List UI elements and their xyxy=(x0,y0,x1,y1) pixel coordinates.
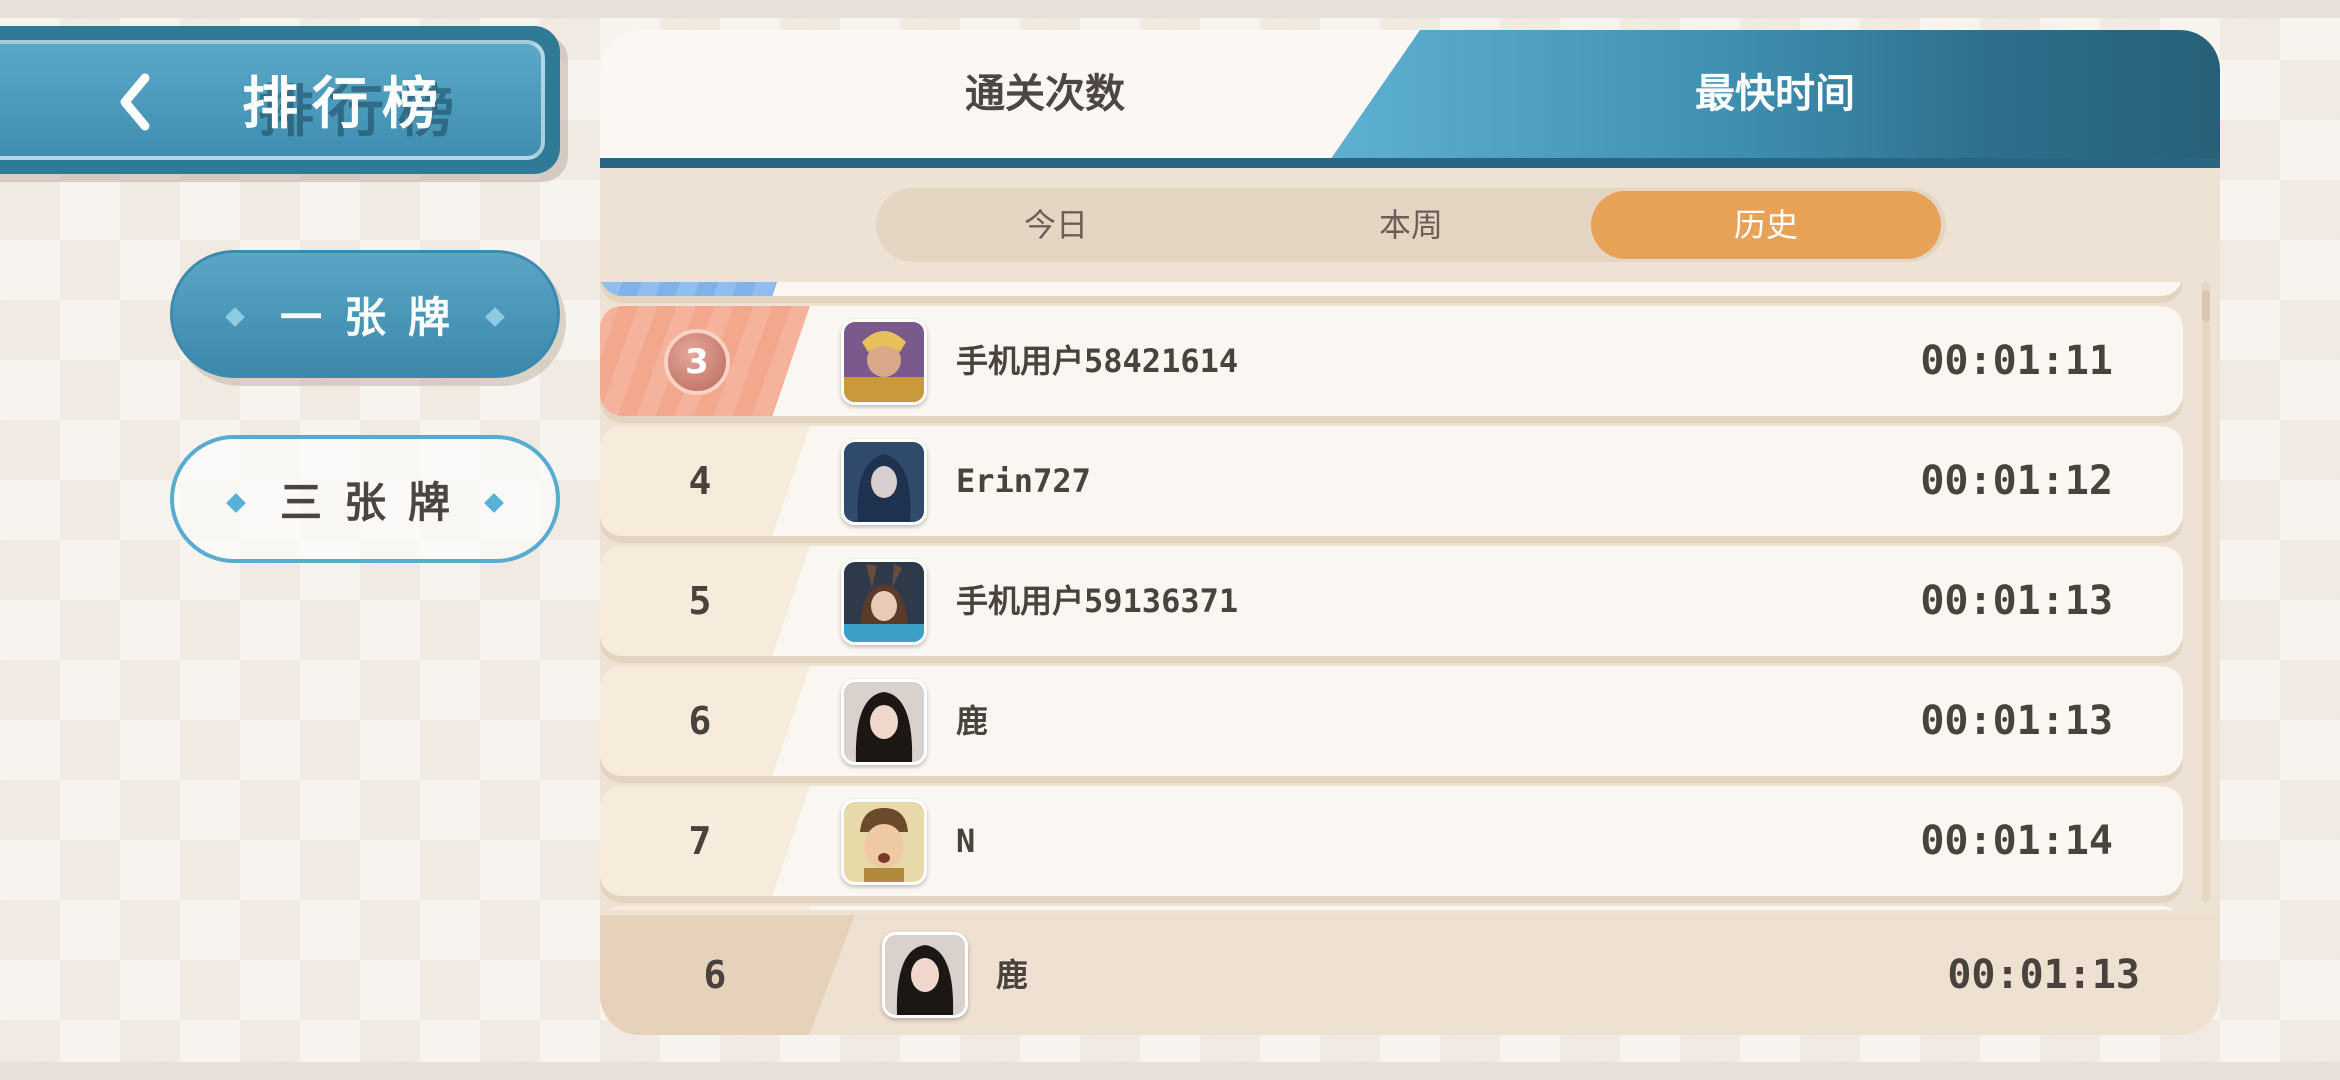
player-time: 00:01:13 xyxy=(1920,698,2113,744)
my-rank-number: 6 xyxy=(703,953,727,997)
tab-fastest-time-label[interactable]: 最快时间 xyxy=(1695,66,1855,122)
tab-clear-count-label[interactable]: 通关次数 xyxy=(965,66,1125,122)
bottom-strip xyxy=(0,1062,2340,1080)
leaderboard-list[interactable]: 3 手机用户58421614 00:01:11 4 Erin727 00:01:… xyxy=(600,282,2220,910)
scrollbar-thumb[interactable] xyxy=(2202,290,2210,322)
mode-three-card-button[interactable]: 三张牌 xyxy=(170,435,560,563)
rank-tab xyxy=(600,906,810,910)
player-name: 手机用户58421614 xyxy=(956,342,1239,380)
table-row[interactable]: 4 Erin727 00:01:12 xyxy=(600,426,2183,536)
avatar xyxy=(841,319,927,405)
my-avatar xyxy=(882,932,968,1018)
table-row[interactable] xyxy=(600,282,2183,296)
table-row[interactable]: 3 手机用户58421614 00:01:11 xyxy=(600,306,2183,416)
player-name: 鹿 xyxy=(956,702,989,740)
player-time: 00:01:14 xyxy=(1920,818,2113,864)
tab-underline xyxy=(600,158,2220,168)
period-history[interactable]: 历史 xyxy=(1591,191,1941,259)
table-row[interactable]: 5 手机用户59136371 00:01:13 xyxy=(600,546,2183,656)
rank-number: 4 xyxy=(688,459,712,503)
period-week[interactable]: 本周 xyxy=(1311,188,1511,262)
top-strip xyxy=(0,0,2340,18)
table-row[interactable] xyxy=(600,906,2183,910)
leaderboard-panel: 通关次数 最快时间 今日 本周 历史 3 手机用户58421614 00:01:… xyxy=(600,30,2220,1035)
header-back-button[interactable]: 排行榜 xyxy=(0,26,560,174)
rank-number: 5 xyxy=(688,579,712,623)
avatar xyxy=(841,799,927,885)
rank-tab xyxy=(600,282,810,296)
mode-one-card-button[interactable]: 一张牌 xyxy=(170,250,560,378)
player-name: N xyxy=(956,822,976,860)
diamond-icon xyxy=(225,307,245,327)
period-selector: 今日 本周 历史 xyxy=(876,188,1946,262)
page-title: 排行榜 xyxy=(242,72,452,137)
table-row[interactable]: 6 鹿 00:01:13 xyxy=(600,666,2183,776)
player-name: 手机用户59136371 xyxy=(956,582,1239,620)
diamond-icon xyxy=(484,493,504,513)
mode-label: 三张牌 xyxy=(279,477,472,527)
my-player-time: 00:01:13 xyxy=(1947,952,2140,998)
list-scrollbar[interactable] xyxy=(2202,282,2210,902)
diamond-icon xyxy=(226,493,246,513)
period-today[interactable]: 今日 xyxy=(956,188,1156,262)
table-row[interactable]: 7 N 00:01:14 xyxy=(600,786,2183,896)
my-rank-row: 6 鹿 00:01:13 xyxy=(600,915,2220,1035)
avatar xyxy=(841,439,927,525)
player-name: Erin727 xyxy=(956,462,1091,500)
diamond-icon xyxy=(485,307,505,327)
my-player-name: 鹿 xyxy=(996,956,1029,994)
player-time: 00:01:13 xyxy=(1920,578,2113,624)
avatar xyxy=(841,679,927,765)
player-time: 00:01:11 xyxy=(1920,338,2113,384)
chevron-left-icon[interactable] xyxy=(115,72,155,140)
mode-label: 一张牌 xyxy=(279,292,472,342)
player-time: 00:01:12 xyxy=(1920,458,2113,504)
rank-number: 6 xyxy=(688,699,712,743)
bronze-medal-icon: 3 xyxy=(664,329,730,395)
avatar xyxy=(841,559,927,645)
rank-number: 7 xyxy=(688,819,712,863)
